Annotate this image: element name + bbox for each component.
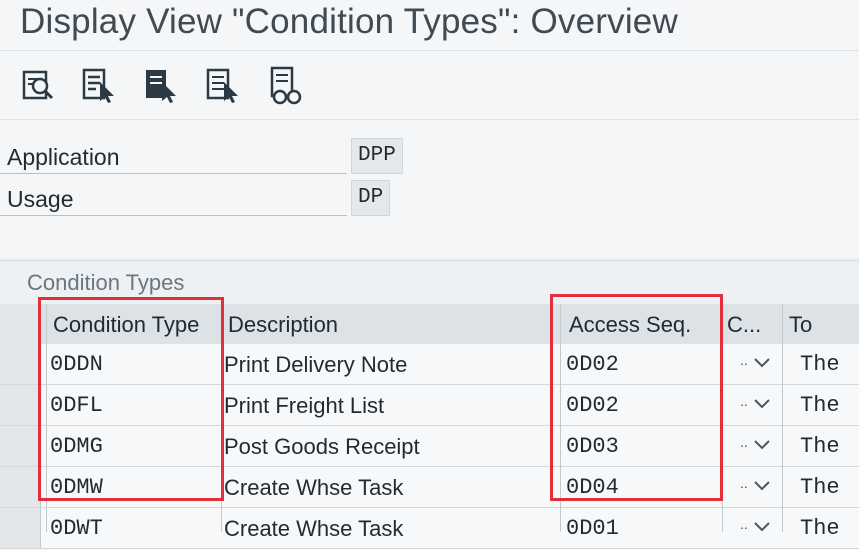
description-cell: Create Whse Task [224,475,404,500]
access-seq-cell: 0D02 [566,393,619,418]
column-divider [722,304,723,532]
column-header-description[interactable]: Description [228,304,558,344]
chevron-down-icon [754,399,770,409]
access-seq-cell: 0D01 [566,516,619,541]
chevron-down-icon [754,358,770,368]
row-selector[interactable] [0,344,41,384]
row-selector[interactable] [0,508,41,548]
table-row[interactable]: 0DMG Post Goods Receipt 0D03 .. The [0,426,859,467]
access-seq-cell: 0D03 [566,434,619,459]
description-cell: Print Freight List [224,393,385,418]
condition-type-cell: 0DFL [50,393,103,418]
print-button[interactable] [266,64,306,108]
access-seq-cell: 0D02 [566,352,619,377]
find-button[interactable] [18,64,58,108]
chevron-down-icon [754,522,770,532]
dropdown-ellipsis-icon: .. [740,352,748,368]
find-icon [22,70,54,100]
table-row[interactable]: 0DDN Print Delivery Note 0D02 .. The [0,344,859,385]
usage-value[interactable]: DP [351,180,391,216]
deselect-all-button[interactable] [204,64,244,108]
column-divider [221,304,222,532]
table-divider [0,260,859,261]
dropdown-ellipsis-icon: .. [740,393,748,409]
row-selector[interactable] [0,467,41,507]
application-underline [0,173,347,174]
table-row[interactable]: 0DWT Create Whse Task 0D01 .. The [0,508,859,549]
select-all-icon [82,68,114,103]
table-caption: Condition Types [27,270,185,295]
chevron-down-icon [754,481,770,491]
column-header-to[interactable]: To [789,304,859,344]
select-all-button[interactable] [80,64,120,108]
column-header-condition-type[interactable]: Condition Type [53,304,221,344]
row-selector[interactable] [0,426,41,466]
to-cell: The [800,516,840,541]
table-row[interactable]: 0DFL Print Freight List 0D02 .. The [0,385,859,426]
to-cell: The [800,434,840,459]
header-divider [0,50,859,51]
description-cell: Post Goods Receipt [224,434,420,459]
dropdown-ellipsis-icon: .. [740,434,748,450]
c-dropdown[interactable]: .. [740,467,780,507]
column-header-access-seq[interactable]: Access Seq. [569,304,719,344]
toolbar-divider [0,119,859,120]
chevron-down-icon [754,440,770,450]
column-divider [46,304,47,532]
table-header-row: Condition Type Description Access Seq. C… [0,304,859,345]
condition-type-cell: 0DMW [50,475,103,500]
column-divider [782,304,783,532]
description-cell: Create Whse Task [224,516,404,541]
usage-field: Usage DP [0,180,420,216]
condition-type-cell: 0DMG [50,434,103,459]
c-dropdown[interactable]: .. [740,385,780,425]
deselect-all-icon [206,68,238,103]
description-cell: Print Delivery Note [224,352,408,377]
table-row[interactable]: 0DMW Create Whse Task 0D04 .. The [0,467,859,508]
dropdown-ellipsis-icon: .. [740,475,748,491]
dropdown-ellipsis-icon: .. [740,516,748,532]
to-cell: The [800,352,840,377]
c-dropdown[interactable]: .. [740,508,780,548]
to-cell: The [800,475,840,500]
row-selector[interactable] [0,385,41,425]
column-divider [560,304,561,532]
condition-type-cell: 0DDN [50,352,103,377]
select-all-rows-button[interactable] [0,304,41,344]
print-icon [270,66,302,105]
c-dropdown[interactable]: .. [740,344,780,384]
c-dropdown[interactable]: .. [740,426,780,466]
usage-label: Usage [7,186,74,212]
condition-type-cell: 0DWT [50,516,103,541]
application-value[interactable]: DPP [351,138,403,174]
select-block-icon [146,70,176,103]
select-block-button[interactable] [142,64,182,108]
to-cell: The [800,393,840,418]
usage-underline [0,215,347,216]
access-seq-cell: 0D04 [566,475,619,500]
column-header-c[interactable]: C... [727,304,779,344]
application-field: Application DPP [0,138,420,174]
application-label: Application [7,144,120,170]
page-title: Display View "Condition Types": Overview [20,2,678,41]
